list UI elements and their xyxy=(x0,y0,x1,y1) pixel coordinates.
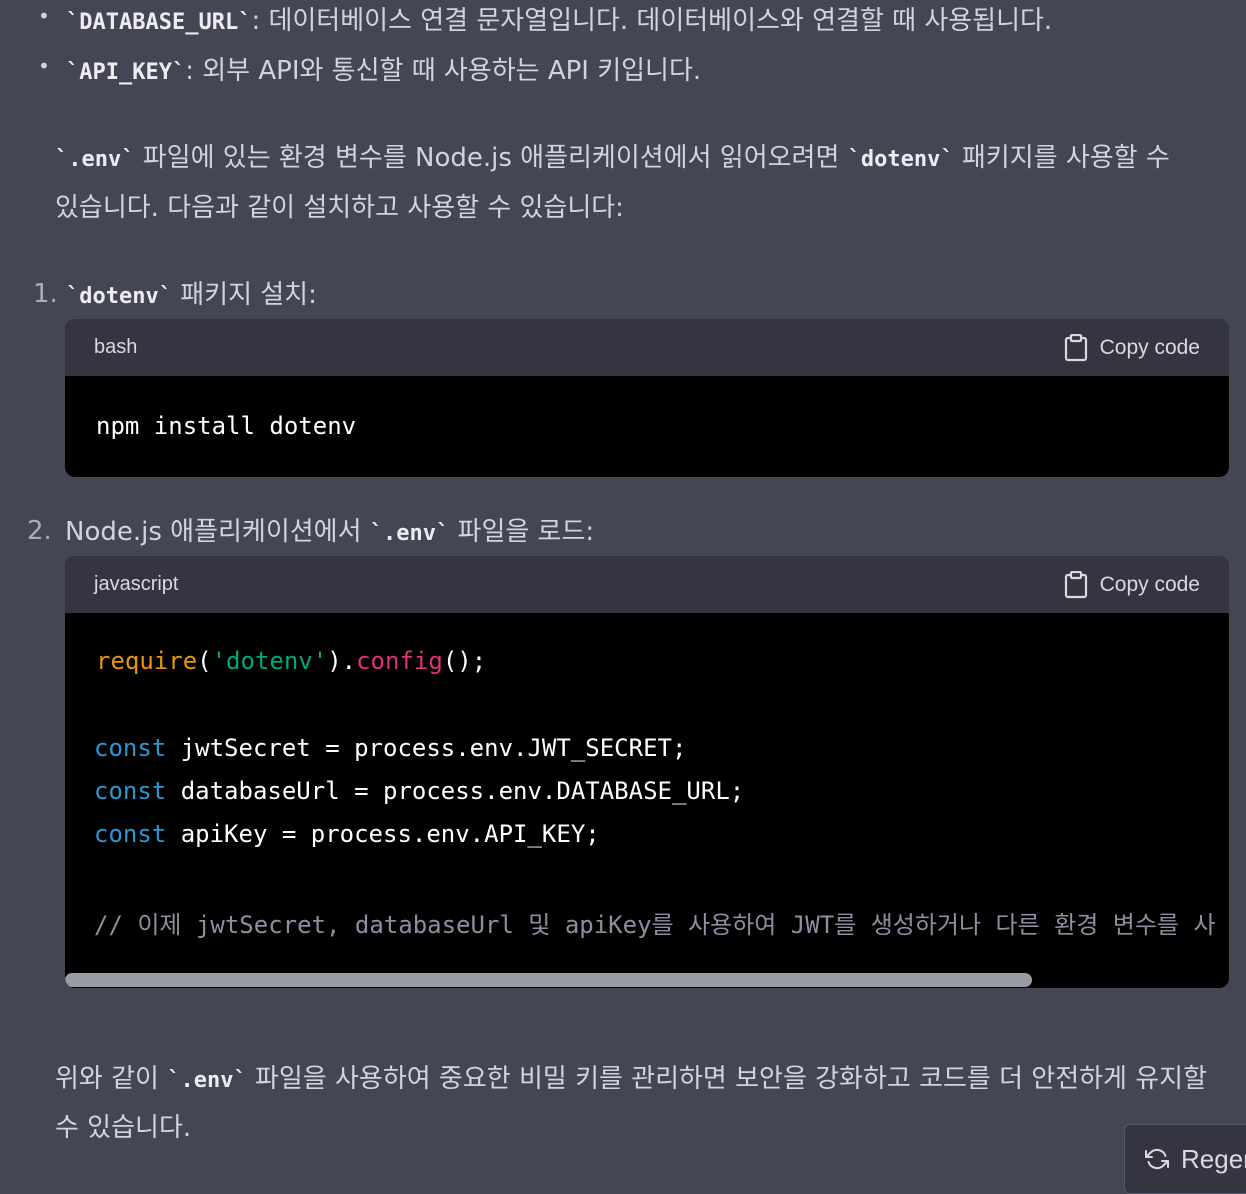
copy-code-label: Copy code xyxy=(1099,335,1200,359)
code-token: jwtSecret = process.env.JWT_SECRET; xyxy=(166,734,687,762)
code-header: bash Copy code xyxy=(65,319,1229,376)
code-token: ). xyxy=(327,647,357,675)
code-keyword: const xyxy=(94,734,167,762)
code-token: 'dotenv' xyxy=(211,647,328,675)
copy-icon xyxy=(1064,570,1087,598)
bullet-text: : 데이터베이스 연결 문자열입니다. 데이터베이스와 연결할 때 사용됩니다. xyxy=(251,6,1053,36)
code-block-bash: bash Copy code npm install dotenv xyxy=(65,319,1229,477)
code-header: javascript Copy code xyxy=(65,556,1229,613)
code-block-javascript: javascript Copy code require('dotenv').c… xyxy=(65,556,1229,988)
code-token: (); xyxy=(442,647,487,675)
step-text: 패키지 설치: xyxy=(171,280,317,310)
inline-code: `.env` xyxy=(167,1068,247,1093)
step-number: 1. xyxy=(33,279,58,309)
intro-line-2: 있습니다. 다음과 같이 설치하고 사용할 수 있습니다: xyxy=(55,193,624,223)
conclusion-text: 파일을 사용하여 중요한 비밀 키를 관리하면 보안을 강화하고 코드를 더 안… xyxy=(246,1064,1207,1094)
code-comment: // 이제 jwtSecret, databaseUrl 및 apiKey를 사… xyxy=(94,911,1216,939)
copy-code-button[interactable]: Copy code xyxy=(1064,570,1200,599)
regenerate-label: Regen xyxy=(1181,1143,1246,1174)
intro-text: 패키지를 사용할 수 xyxy=(953,143,1170,173)
horizontal-scrollbar[interactable] xyxy=(65,972,1229,988)
conclusion-text: 위와 같이 xyxy=(55,1064,168,1094)
intro-line-1: `.env` 파일에 있는 환경 변수를 Node.js 애플리케이션에서 읽어… xyxy=(55,142,1170,176)
inline-code: `.env` xyxy=(55,147,135,172)
inline-code: `DATABASE_URL` xyxy=(66,10,252,35)
code-keyword: const xyxy=(94,777,167,805)
regenerate-icon xyxy=(1145,1148,1169,1170)
copy-icon xyxy=(1064,333,1087,361)
code-language: javascript xyxy=(94,573,179,595)
bullet-item-database-url: `DATABASE_URL`: 데이터베이스 연결 문자열입니다. 데이터베이스… xyxy=(66,5,1052,39)
code-language: bash xyxy=(94,336,138,358)
code-line: const databaseUrl = process.env.DATABASE… xyxy=(94,777,744,805)
code-token: config xyxy=(356,647,443,675)
step-text: 파일을 로드: xyxy=(449,517,595,547)
copy-code-button[interactable]: Copy code xyxy=(1064,333,1200,362)
bullet-dot: • xyxy=(38,54,50,78)
copy-code-label: Copy code xyxy=(1099,572,1200,596)
step-1-title: `dotenv` 패키지 설치: xyxy=(66,279,317,313)
code-body: require('dotenv').config(); const jwtSec… xyxy=(65,613,1229,988)
step-2-title: Node.js 애플리케이션에서 `.env` 파일을 로드: xyxy=(65,516,594,550)
inline-code: `API_KEY` xyxy=(66,60,186,85)
step-number: 2. xyxy=(27,516,52,546)
code-body: npm install dotenv xyxy=(65,376,1229,477)
code-line-require: require('dotenv').config(); xyxy=(96,647,486,675)
code-token: ( xyxy=(197,647,212,675)
step-text: Node.js 애플리케이션에서 xyxy=(65,517,370,547)
code-line: npm install dotenv xyxy=(96,412,357,440)
bullet-dot: • xyxy=(38,4,50,28)
conclusion-line-1: 위와 같이 `.env` 파일을 사용하여 중요한 비밀 키를 관리하면 보안을… xyxy=(55,1063,1207,1097)
bullet-item-api-key: `API_KEY`: 외부 API와 통신할 때 사용하는 API 키입니다. xyxy=(66,55,701,89)
code-token: apiKey = process.env.API_KEY; xyxy=(166,820,600,848)
code-line: const apiKey = process.env.API_KEY; xyxy=(94,820,600,848)
inline-code: `.env` xyxy=(369,521,450,546)
scrollbar-thumb[interactable] xyxy=(65,973,1032,987)
bullet-text: : 외부 API와 통신할 때 사용하는 API 키입니다. xyxy=(185,56,702,86)
inline-code: `dotenv` xyxy=(66,284,172,309)
code-keyword: const xyxy=(94,820,167,848)
intro-text: 파일에 있는 환경 변수를 Node.js 애플리케이션에서 읽어오려면 xyxy=(134,143,848,173)
code-token: databaseUrl = process.env.DATABASE_URL; xyxy=(166,777,745,805)
code-token: require xyxy=(96,647,198,675)
inline-code: `dotenv` xyxy=(847,147,954,172)
conclusion-line-2: 수 있습니다. xyxy=(55,1113,192,1143)
code-line: const jwtSecret = process.env.JWT_SECRET… xyxy=(94,734,686,762)
